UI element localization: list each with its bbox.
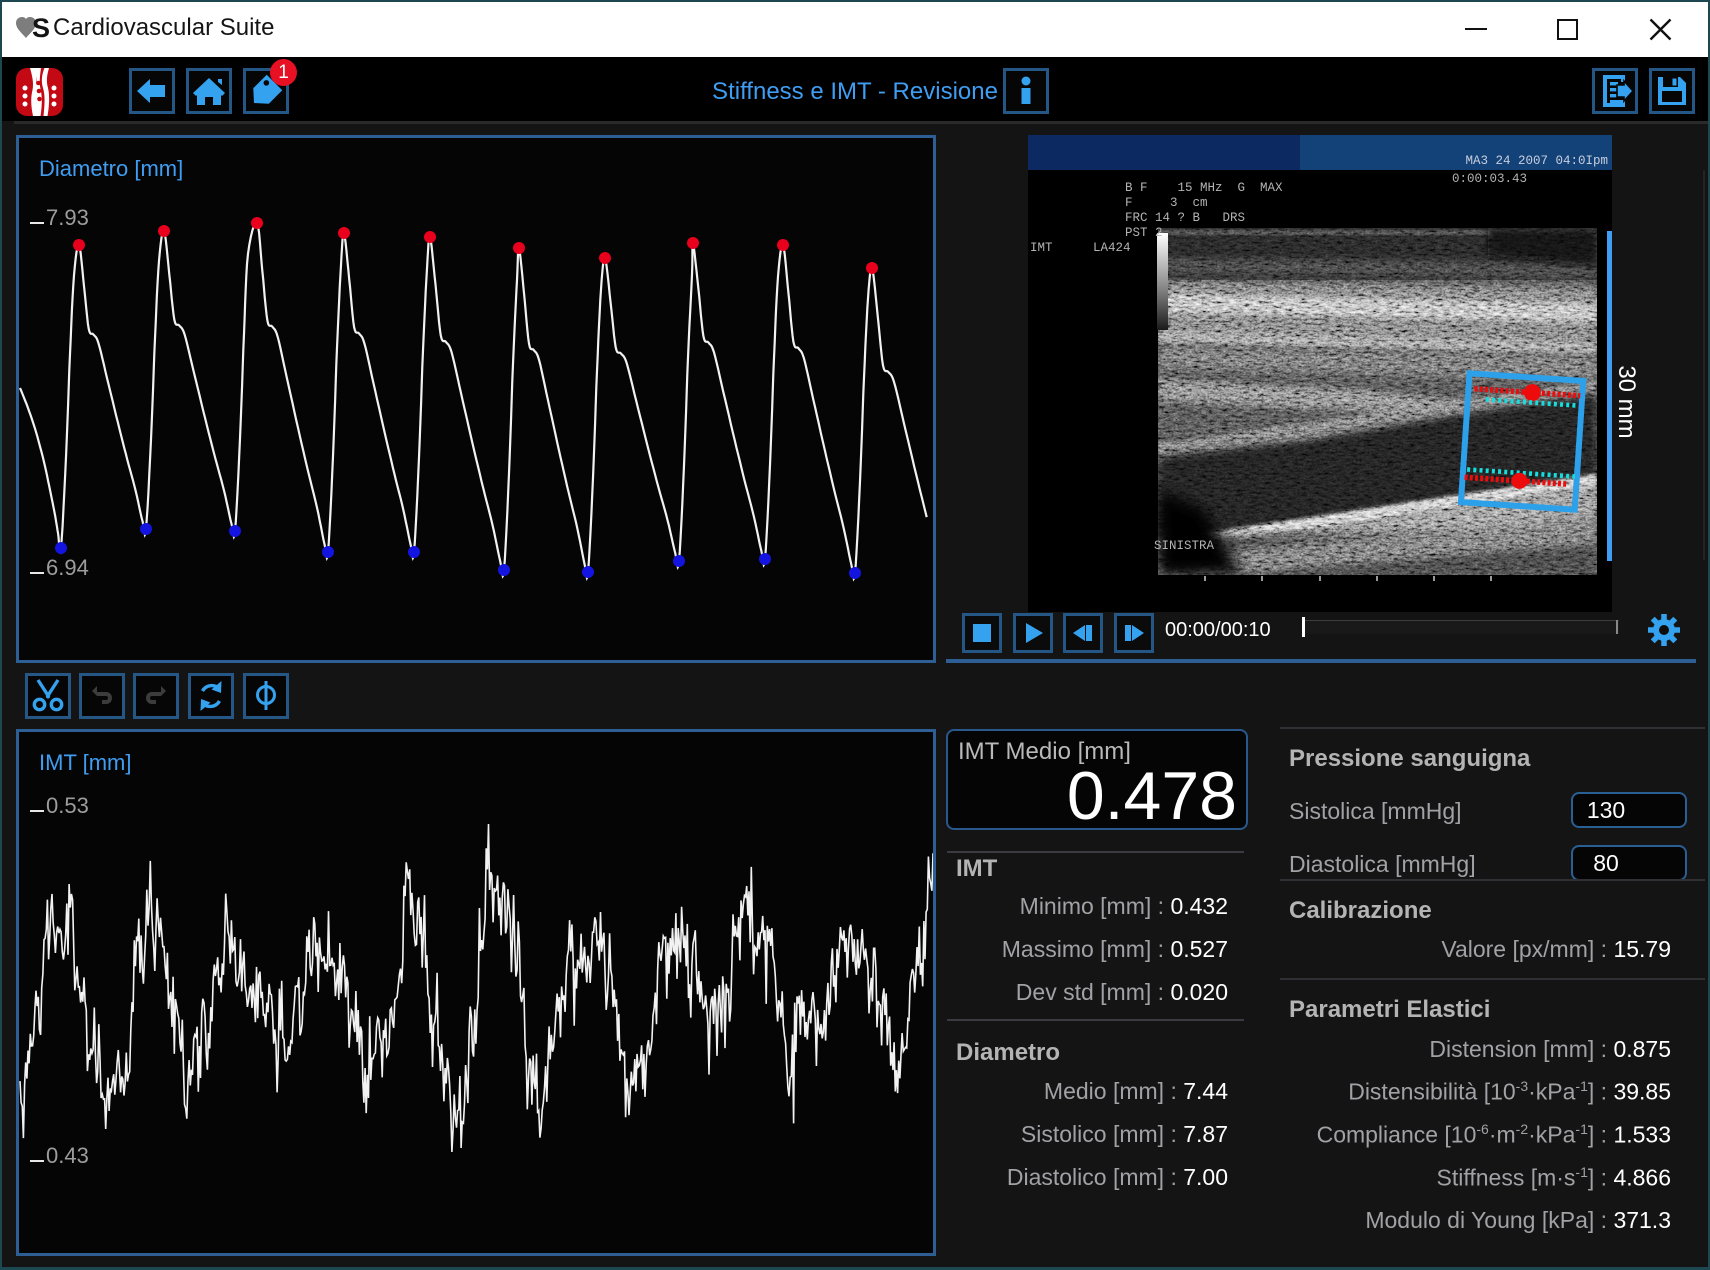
svg-text:S: S (32, 16, 50, 40)
